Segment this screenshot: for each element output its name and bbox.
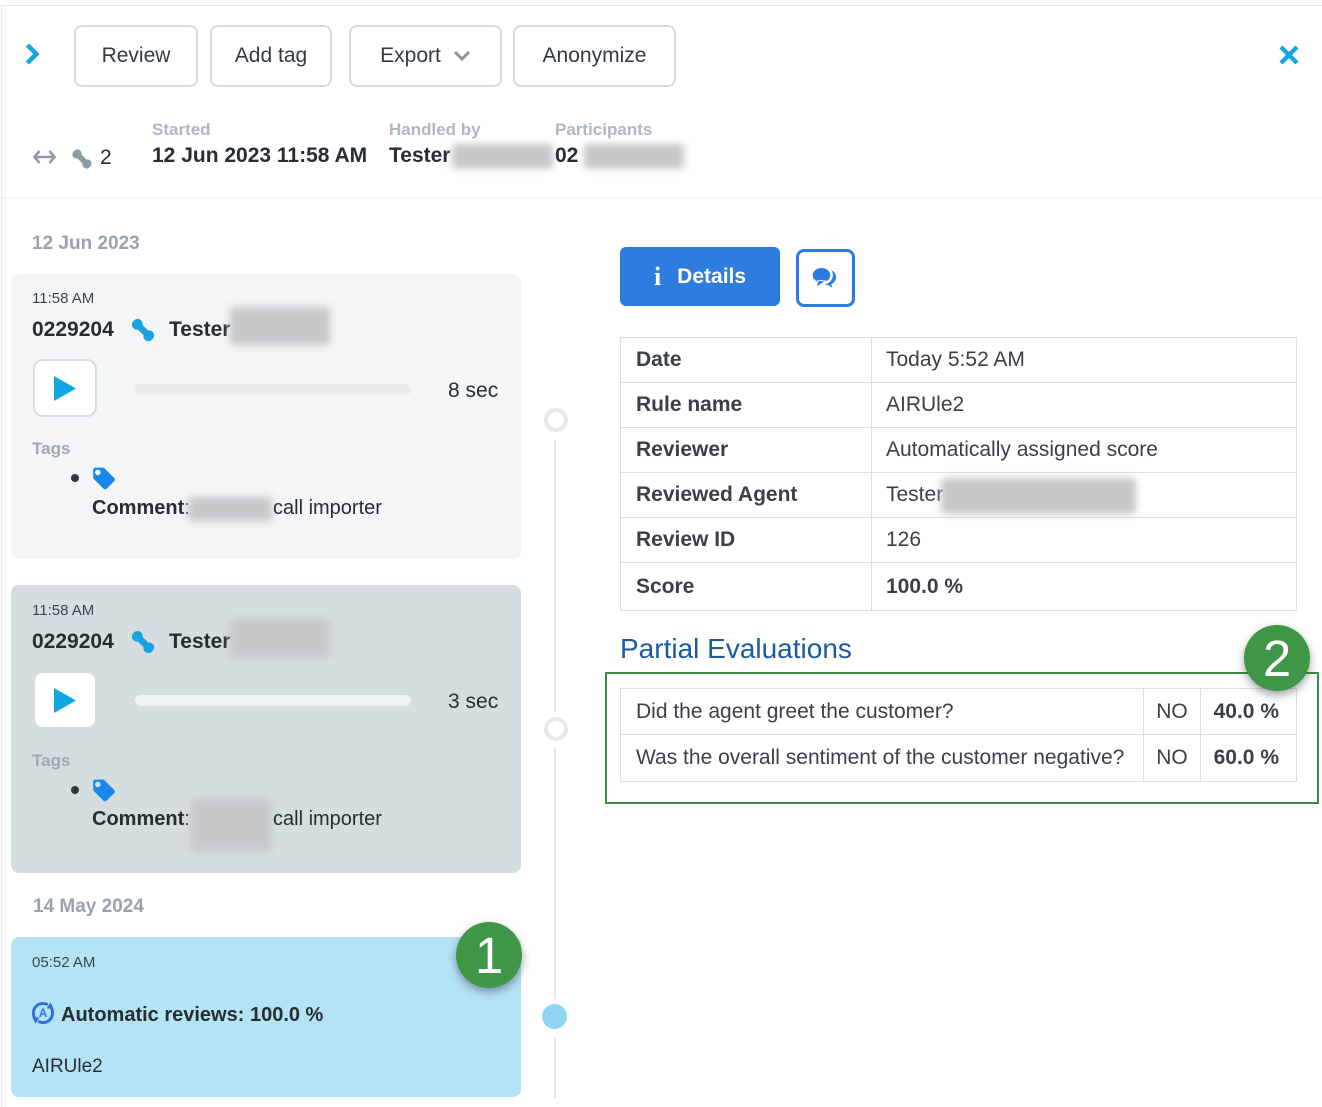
svg-text:A: A [39,1008,47,1020]
